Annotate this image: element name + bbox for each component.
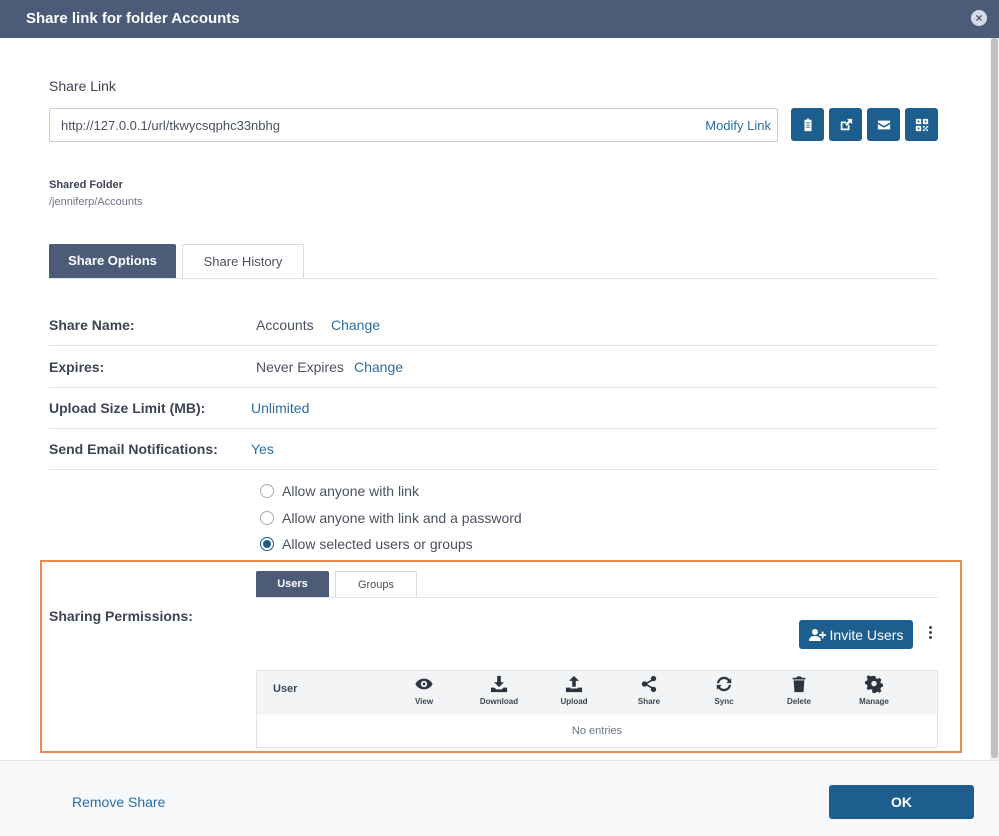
qr-code-button[interactable] xyxy=(905,108,938,141)
share-link-dialog: Share link for folder Accounts × Share L… xyxy=(0,0,999,836)
email-icon xyxy=(877,120,890,129)
subtab-divider xyxy=(256,597,938,598)
more-options-icon[interactable] xyxy=(922,622,938,642)
upload-column-header: Upload xyxy=(539,675,609,706)
user-plus-icon xyxy=(808,628,826,641)
open-link-button[interactable] xyxy=(829,108,862,141)
modify-link-button[interactable]: Modify Link xyxy=(705,118,771,133)
radio-anyone-with-password[interactable]: Allow anyone with link and a password xyxy=(260,510,522,526)
sync-column-header: Sync xyxy=(689,675,759,706)
sync-icon xyxy=(716,676,732,692)
shared-folder-label: Shared Folder xyxy=(49,179,123,191)
invite-users-button[interactable]: Invite Users xyxy=(799,620,913,649)
table-header: User View Download Upload Share Sync Del… xyxy=(257,671,937,715)
radio-circle[interactable] xyxy=(260,484,274,498)
column-label: Sync xyxy=(714,697,734,706)
eye-icon xyxy=(415,678,433,690)
shared-folder-path: /jenniferp/Accounts xyxy=(49,196,143,208)
upload-icon xyxy=(565,675,583,693)
clipboard-icon xyxy=(804,117,811,131)
tab-groups[interactable]: Groups xyxy=(335,571,417,597)
change-share-name-link[interactable]: Change xyxy=(331,317,380,333)
share-link-field[interactable]: http://127.0.0.1/url/tkwycsqphc33nbhg Mo… xyxy=(49,108,778,142)
manage-column-header: Manage xyxy=(839,675,909,706)
tab-divider xyxy=(49,278,938,279)
tab-users[interactable]: Users xyxy=(256,571,329,597)
qrcode-icon xyxy=(915,118,928,131)
upload-limit-label: Upload Size Limit (MB): xyxy=(49,400,206,416)
users-permissions-table: User View Download Upload Share Sync Del… xyxy=(256,670,938,748)
divider xyxy=(49,345,938,346)
sharing-permissions-label: Sharing Permissions: xyxy=(49,608,193,624)
delete-column-header: Delete xyxy=(764,675,834,706)
radio-circle[interactable] xyxy=(260,511,274,525)
dialog-title: Share link for folder Accounts xyxy=(26,10,240,27)
radio-circle[interactable] xyxy=(260,537,274,551)
change-expiry-link[interactable]: Change xyxy=(354,359,403,375)
trash-icon xyxy=(792,676,806,693)
radio-label: Allow anyone with link xyxy=(282,483,419,499)
remove-share-button[interactable]: Remove Share xyxy=(72,794,165,810)
radio-anyone-with-link[interactable]: Allow anyone with link xyxy=(260,483,419,499)
divider xyxy=(49,469,938,470)
ok-button[interactable]: OK xyxy=(829,785,974,819)
upload-limit-link[interactable]: Unlimited xyxy=(251,400,309,416)
share-name-label: Share Name: xyxy=(49,317,135,333)
radio-selected-users[interactable]: Allow selected users or groups xyxy=(260,536,473,552)
vertical-scrollbar[interactable] xyxy=(990,38,999,760)
dialog-footer: Remove Share OK xyxy=(0,760,999,836)
expires-label: Expires: xyxy=(49,359,105,375)
column-label: Download xyxy=(479,697,519,706)
divider xyxy=(49,428,938,429)
view-column-header: View xyxy=(389,675,459,706)
radio-label: Allow selected users or groups xyxy=(282,536,473,552)
column-label: Delete xyxy=(786,697,811,706)
external-link-icon xyxy=(840,118,852,130)
invite-users-label: Invite Users xyxy=(829,626,904,643)
share-column-header: Share xyxy=(614,675,684,706)
column-label: Manage xyxy=(859,697,889,706)
email-link-button[interactable] xyxy=(867,108,900,141)
share-name-value: Accounts xyxy=(256,317,314,333)
radio-label: Allow anyone with link and a password xyxy=(282,510,522,526)
column-label: View xyxy=(414,697,434,706)
close-icon[interactable]: × xyxy=(971,10,987,26)
empty-table-message: No entries xyxy=(571,725,623,737)
share-icon xyxy=(641,675,657,693)
tab-share-history[interactable]: Share History xyxy=(182,244,304,278)
download-column-header: Download xyxy=(464,675,534,706)
user-column-header: User xyxy=(273,683,298,695)
gear-icon xyxy=(865,675,883,693)
tab-share-options[interactable]: Share Options xyxy=(49,244,176,278)
divider xyxy=(49,387,938,388)
expires-value: Never Expires xyxy=(256,359,344,375)
email-notifications-link[interactable]: Yes xyxy=(251,441,274,457)
column-label: Upload xyxy=(560,697,588,706)
scrollbar-thumb[interactable] xyxy=(991,38,998,758)
dialog-titlebar: Share link for folder Accounts × xyxy=(0,0,999,38)
column-label: Share xyxy=(637,697,661,706)
share-link-url[interactable]: http://127.0.0.1/url/tkwycsqphc33nbhg xyxy=(61,118,280,133)
email-notifications-label: Send Email Notifications: xyxy=(49,441,218,457)
share-link-label: Share Link xyxy=(49,78,116,94)
download-icon xyxy=(490,675,508,693)
copy-link-button[interactable] xyxy=(791,108,824,141)
